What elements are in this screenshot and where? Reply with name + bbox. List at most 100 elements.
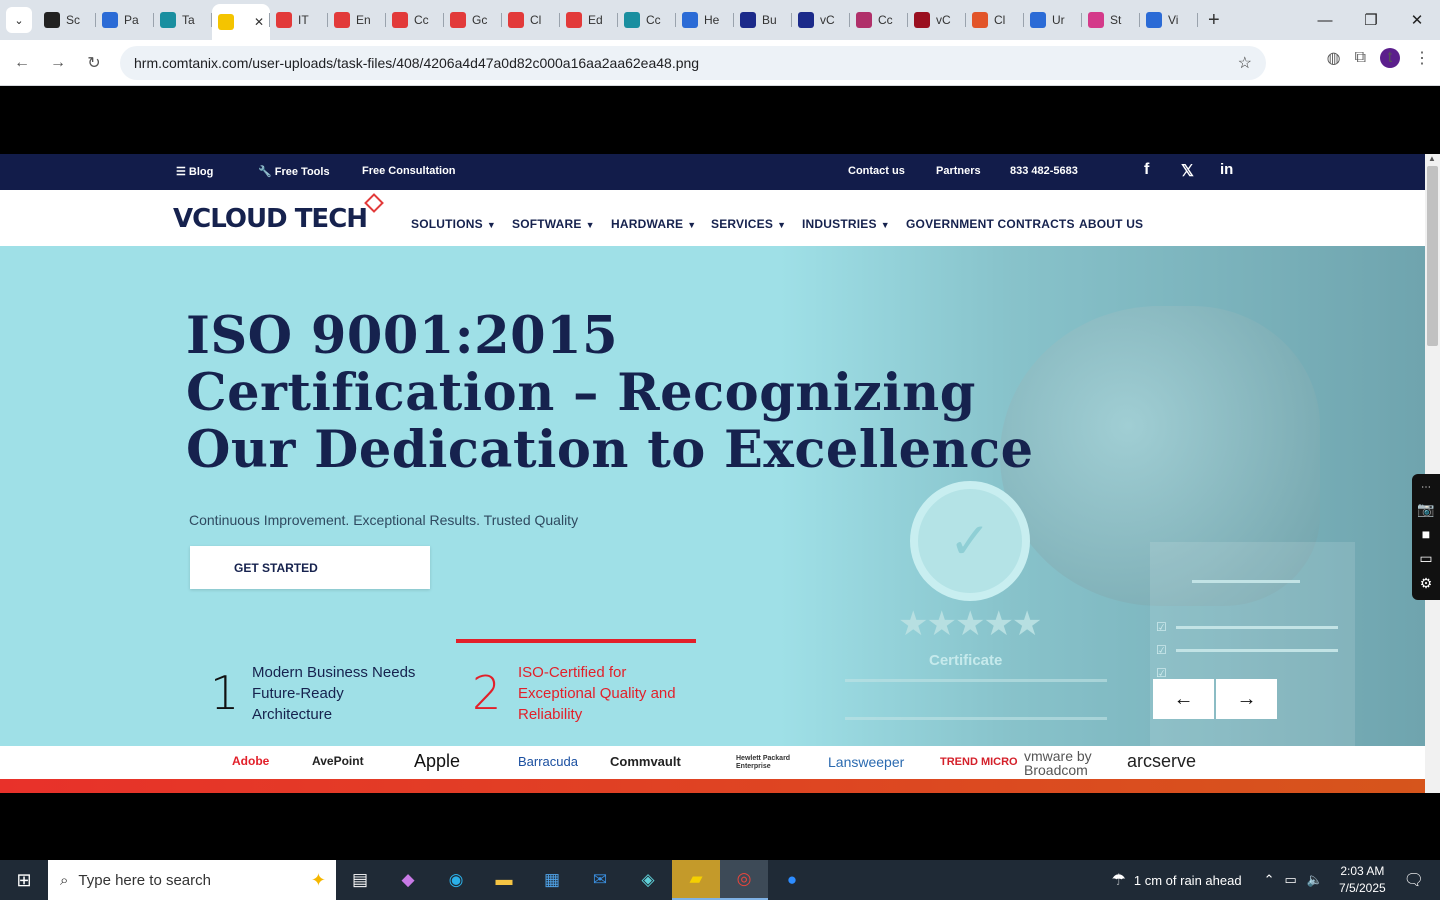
minimize-icon[interactable]: — [1302,0,1348,40]
browser-tab[interactable]: Sc [38,4,96,36]
x-twitter-icon[interactable]: 𝕏 [1181,161,1194,181]
restore-icon[interactable]: ❐ [1348,0,1394,40]
browser-tab[interactable]: Cc [850,4,908,36]
windows-start-icon[interactable]: ⊞ [0,860,48,900]
translate-icon[interactable]: ◍ [1327,48,1341,68]
tab-search-button[interactable]: ⌄ [6,7,32,33]
copilot-sparkle-icon[interactable]: ✦ [311,870,326,891]
nav-item[interactable]: INDUSTRIES ▼ [802,217,890,231]
browser-tab[interactable]: vC [908,4,966,36]
browser-tab[interactable]: Vi [1140,4,1198,36]
browser-tab[interactable]: Cc [618,4,676,36]
pulse-icon [1146,12,1162,28]
nav-item[interactable]: SERVICES ▼ [711,217,786,231]
nav-item[interactable]: GOVERNMENT CONTRACTS [906,217,1075,231]
close-tab-icon[interactable]: ✕ [254,15,264,29]
browser-tab[interactable]: IT [270,4,328,36]
clock[interactable]: 2:03 AM 7/5/2025 [1339,863,1386,897]
prev-arrow-icon[interactable]: ← [1153,679,1214,719]
get-started-button[interactable]: GET STARTED [190,546,430,589]
scrollbar-thumb[interactable] [1427,166,1438,346]
taskbar-search[interactable]: ⌕ Type here to search ✦ [48,860,336,900]
new-tab-button[interactable]: + [1208,9,1220,32]
system-tray: ☂ 1 cm of rain ahead ⌃ ▭ 🔈 2:03 AM 7/5/2… [1112,860,1440,900]
contact-link[interactable]: Contact us [848,165,905,177]
window-icon[interactable]: ▭ [1419,550,1432,567]
weather-text[interactable]: 1 cm of rain ahead [1134,873,1242,888]
tab-label: He [704,13,720,27]
brand-commvault[interactable]: Commvault [610,754,681,769]
store-icon[interactable]: ▦ [528,860,576,900]
partners-link[interactable]: Partners [936,165,981,177]
menu-kebab-icon[interactable]: ⋮ [1414,48,1430,68]
site-logo[interactable]: VCLOUD TECH [173,193,384,234]
browser-tab[interactable]: Cl [502,4,560,36]
camera-icon[interactable]: 📷 [1417,501,1434,518]
brand-vmware[interactable]: vmware by Broadcom [1024,749,1114,777]
free-tools-link[interactable]: 🔧 Free Tools [258,165,330,178]
zoom-icon[interactable]: ● [768,860,816,900]
next-arrow-icon[interactable]: → [1216,679,1277,719]
brand-trend-micro[interactable]: TREND MICRO [940,756,1018,768]
brand-arcserve[interactable]: arcserve [1127,751,1196,772]
scroll-up-icon[interactable]: ▲ [1428,154,1436,163]
browser-tab[interactable]: Ed [560,4,618,36]
back-icon[interactable]: ← [4,54,40,72]
slide-1-number: 1 [210,666,240,720]
browser-tab[interactable]: Gc [444,4,502,36]
brand-avepoint[interactable]: AvePoint [312,754,364,768]
browser-tab[interactable]: vC [792,4,850,36]
blog-link[interactable]: ☰ Blog [176,165,213,178]
browser-tab[interactable]: Cc [386,4,444,36]
browser-tab[interactable]: Bu [734,4,792,36]
sticky-notes-icon[interactable]: ▰ [672,860,720,900]
nav-item[interactable]: ABOUT US [1079,217,1143,231]
mail-icon[interactable]: ✉ [576,860,624,900]
address-bar[interactable]: ⚙ hrm.comtanix.com/user-uploads/task-fil… [120,46,1266,128]
nav-item[interactable]: SOLUTIONS ▼ [411,217,496,231]
close-window-icon[interactable]: ✕ [1394,0,1440,40]
browser-tab[interactable]: Ur [1024,4,1082,36]
linkedin-icon[interactable]: in [1220,161,1233,178]
notifications-icon[interactable]: 🗨 [1404,870,1424,890]
more-icon[interactable]: ⋯ [1421,482,1431,493]
chevron-up-icon[interactable]: ⌃ [1264,872,1275,888]
browser-tab[interactable]: Pa [96,4,154,36]
brand-barracuda[interactable]: Barracuda [518,754,578,769]
volume-icon[interactable]: 🔈 [1307,872,1323,888]
extensions-icon[interactable]: ⧉ [1355,49,1366,67]
bookmark-star-icon[interactable]: ☆ [1238,53,1252,73]
slide-2-text[interactable]: ISO-Certified for Exceptional Quality an… [518,662,676,725]
slide-1-text[interactable]: Modern Business Needs Future-Ready Archi… [252,662,415,725]
file-explorer-icon[interactable]: ▬ [480,860,528,900]
browser-tab[interactable]: ✕ [212,4,270,40]
browser-tab[interactable]: Ta [154,4,212,36]
profile-avatar[interactable]: t [1380,48,1400,68]
forward-icon[interactable]: → [40,54,76,72]
browser-tab[interactable]: St [1082,4,1140,36]
copilot-icon[interactable]: ◆ [384,860,432,900]
brand-apple[interactable]: Apple [414,751,460,772]
video-icon[interactable]: ■ [1422,526,1430,542]
phone-link[interactable]: 833 482-5683 [1010,165,1078,177]
w-icon [218,14,234,30]
brand-hpe[interactable]: Hewlett Packard Enterprise [736,755,796,771]
app-icon[interactable]: ◈ [624,860,672,900]
nav-item[interactable]: SOFTWARE ▼ [512,217,595,231]
browser-tab[interactable]: Cl [966,4,1024,36]
browser-tab[interactable]: En [328,4,386,36]
facebook-icon[interactable]: f [1144,161,1149,179]
settings-gear-icon[interactable]: ⚙ [1420,575,1433,592]
network-icon[interactable]: ▭ [1284,872,1296,888]
free-consultation-link[interactable]: Free Consultation [362,165,456,177]
red-tag-icon [392,12,408,28]
edge-icon[interactable]: ◉ [432,860,480,900]
weather-icon[interactable]: ☂ [1112,870,1126,890]
nav-item[interactable]: HARDWARE ▼ [611,217,696,231]
task-view-icon[interactable]: ▤ [336,860,384,900]
reload-icon[interactable]: ↻ [76,53,112,73]
chrome-icon[interactable]: ◎ [720,860,768,900]
brand-adobe[interactable]: Adobe [232,754,269,768]
brand-lansweeper[interactable]: Lansweeper [828,754,904,770]
browser-tab[interactable]: He [676,4,734,36]
